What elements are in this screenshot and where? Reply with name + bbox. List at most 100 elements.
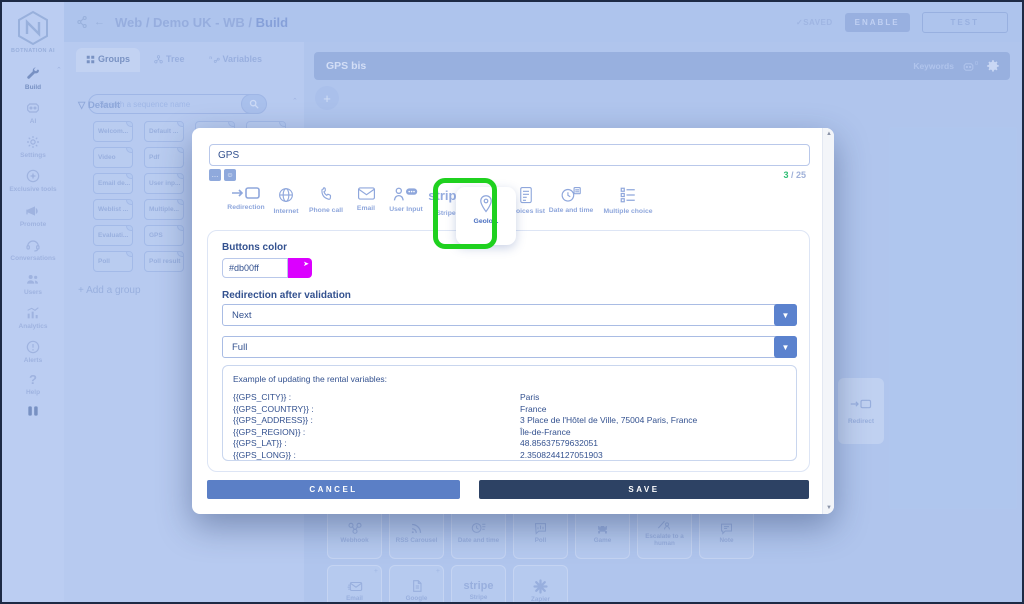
message-text-input[interactable] <box>209 144 810 166</box>
sequence-search-placeholder: Search a sequence name <box>99 100 242 109</box>
tab-geoloc[interactable]: Geoloc. <box>456 187 516 245</box>
message-type-modal: ▲ ▼ … ☺ 3 / 25 Redirection Internet Phon… <box>192 128 834 514</box>
buttons-color-label: Buttons color <box>222 242 287 253</box>
flows-back-icon[interactable]: ← <box>76 15 105 29</box>
sidebar-item-promote[interactable]: Promote <box>3 203 63 228</box>
save-button[interactable]: SAVE <box>479 480 809 499</box>
emoji-icon[interactable]: ☺ <box>224 169 236 181</box>
enable-button[interactable]: ENABLE <box>845 13 910 32</box>
question-icon: ? <box>29 373 37 387</box>
zapier-asterisk-icon <box>533 579 548 594</box>
scroll-up-icon[interactable]: ▲ <box>823 131 835 137</box>
palette-item-note[interactable]: Note <box>699 507 754 559</box>
sidebar-item-exclusive-tools[interactable]: Exclusive tools <box>3 168 63 193</box>
redirection-mode-dropdown[interactable]: Full ▼ <box>222 336 797 358</box>
webhook-icon <box>347 521 363 535</box>
sequence-block[interactable]: Email de... <box>93 173 133 194</box>
add-message-button[interactable]: + <box>315 86 339 110</box>
panel-scroll-caret[interactable]: ⌃ <box>292 97 298 105</box>
tab-variables[interactable]: n Variables <box>199 48 273 72</box>
groups-icon <box>86 55 95 64</box>
breadcrumb: Web / Demo UK - WB / Build <box>115 15 288 30</box>
tab-tree[interactable]: Tree <box>144 48 195 72</box>
sidebar-scroll-caret[interactable]: ⌃ <box>56 66 62 74</box>
link-badge-icon <box>177 147 184 153</box>
message-type-tabs: Redirection Internet Phone call Email Us… <box>209 186 810 234</box>
keywords-label[interactable]: Keywords <box>913 61 954 71</box>
sidebar-item-analytics[interactable]: Analytics <box>3 305 63 330</box>
botnation-logo <box>16 10 50 46</box>
palette-item-game[interactable]: Game <box>575 507 630 559</box>
sidebar-item-settings[interactable]: Settings <box>3 134 63 159</box>
sequence-block[interactable]: Evaluati... <box>93 225 133 246</box>
top-header: ← Web / Demo UK - WB / Build ✓SAVED ENAB… <box>64 2 1022 42</box>
panel-tabs: Groups Tree n Variables <box>64 42 304 72</box>
map-pin-icon <box>477 194 495 214</box>
add-plus-icon: + <box>436 568 440 575</box>
redirect-icon <box>850 398 872 410</box>
sequence-block[interactable]: Video <box>93 147 133 168</box>
envelope-icon <box>357 186 376 201</box>
palette-item-zapier[interactable]: Zapier <box>513 565 568 604</box>
palette-item-date-and-time[interactable]: Date and time <box>451 507 506 559</box>
palette-item-escalate[interactable]: Escalate to a human <box>637 507 692 559</box>
sequence-block[interactable]: GPS <box>144 225 184 246</box>
test-button[interactable]: TEST <box>922 12 1008 33</box>
robot-icon <box>25 100 41 116</box>
palette-item-rss-carousel[interactable]: RSS Carousel <box>389 507 444 559</box>
sequence-block[interactable]: Pdf <box>144 147 184 168</box>
sequence-block[interactable]: Default ... <box>144 121 184 142</box>
stripe-wordmark: stripe <box>464 580 494 592</box>
geoloc-form-card: Buttons color ➤ Redirection after valida… <box>207 230 810 472</box>
tab-groups[interactable]: Groups <box>76 48 140 72</box>
modal-scrollbar[interactable]: ▲ ▼ <box>822 128 834 514</box>
palette-item-poll[interactable]: Poll <box>513 507 568 559</box>
tab-multiple-choice[interactable]: Multiple choice <box>598 186 658 215</box>
sequence-block[interactable]: Poll result <box>144 251 184 272</box>
palette-item-webhook[interactable]: Webhook <box>327 507 382 559</box>
sequence-header-bar[interactable]: GPS bis Keywords 0 <box>314 52 1010 80</box>
sequence-block[interactable]: Poll <box>93 251 133 272</box>
color-swatch[interactable]: ➤ <box>288 258 312 278</box>
sequence-block[interactable]: Multiple... <box>144 199 184 220</box>
add-plus-icon: + <box>374 568 378 575</box>
sidebar-item-build[interactable]: Build <box>3 66 63 91</box>
color-picker-cursor-icon: ➤ <box>303 260 309 268</box>
buttons-color-input[interactable] <box>222 258 288 278</box>
note-icon <box>719 522 734 535</box>
sidebar-item-help[interactable]: ? Help <box>3 373 63 396</box>
sidebar-item-collapse[interactable] <box>3 405 63 417</box>
sequence-settings-gear-icon[interactable] <box>986 59 1000 73</box>
redirect-card[interactable]: Redirect <box>838 378 884 444</box>
insert-variable-icon[interactable]: … <box>209 169 221 181</box>
palette-item-email[interactable]: + Email <box>327 565 382 604</box>
app-window: BOTNATION AI ⌃ Build AI Settings Exclusi <box>0 0 1024 604</box>
sidebar-item-conversations[interactable]: Conversations <box>3 237 63 262</box>
cancel-button[interactable]: CANCEL <box>207 480 460 499</box>
escalate-human-icon <box>657 519 672 531</box>
redirection-dropdown[interactable]: Next ▼ <box>222 304 797 326</box>
group-header-default[interactable]: ▽ Default <box>78 100 120 111</box>
redirection-after-validation-label: Redirection after validation <box>222 290 351 301</box>
tab-date-and-time[interactable]: Date and time <box>541 186 601 214</box>
search-icon <box>249 99 259 109</box>
example-title: Example of updating the rental variables… <box>233 374 786 384</box>
palette-item-google[interactable]: + Google <box>389 565 444 604</box>
tree-icon <box>154 55 163 64</box>
scroll-down-icon[interactable]: ▼ <box>823 505 835 511</box>
sequence-block[interactable]: User inp... <box>144 173 184 194</box>
link-badge-icon <box>177 225 184 231</box>
link-badge-icon <box>228 121 235 127</box>
chevron-down-icon: ▼ <box>774 336 797 358</box>
sequence-block[interactable]: Weblist ... <box>93 199 133 220</box>
palette-item-stripe[interactable]: stripe Stripe <box>451 565 506 604</box>
sidebar-item-ai[interactable]: AI <box>3 100 63 125</box>
keywords-robot-icon[interactable]: 0 <box>962 61 978 72</box>
sequence-block[interactable]: Welcom... <box>93 121 133 142</box>
chevron-down-icon: ▼ <box>774 304 797 326</box>
sidebar: BOTNATION AI ⌃ Build AI Settings Exclusi <box>2 2 64 604</box>
search-button[interactable] <box>241 94 267 114</box>
sidebar-item-alerts[interactable]: Alerts <box>3 339 63 364</box>
add-group-button[interactable]: + Add a group <box>78 285 141 296</box>
sidebar-item-users[interactable]: Users <box>3 271 63 296</box>
